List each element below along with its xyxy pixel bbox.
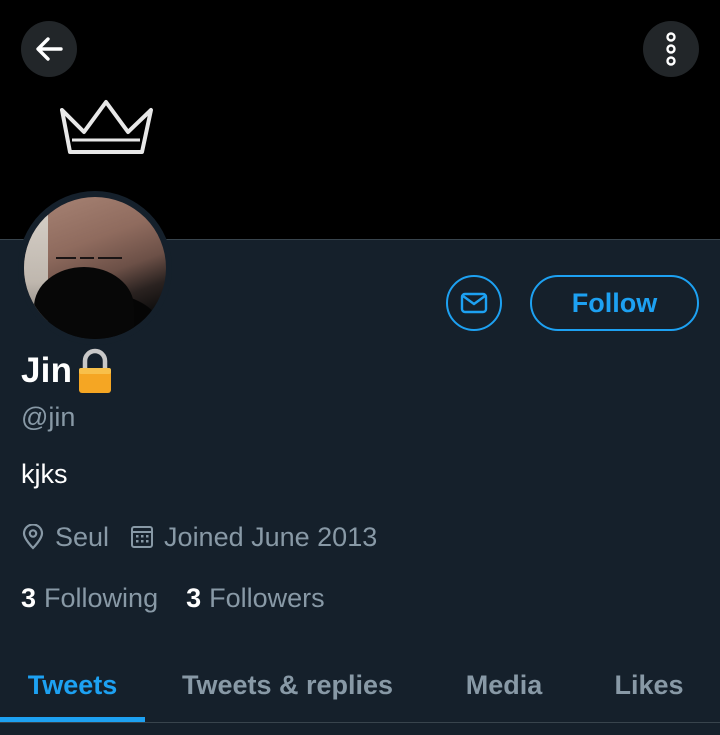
join-date-text: Joined June 2013 — [164, 521, 378, 552]
join-date: Joined June 2013 — [130, 522, 377, 553]
tabs-divider — [0, 722, 720, 723]
followers-label: Followers — [209, 582, 325, 613]
more-options-button[interactable] — [643, 21, 699, 77]
location: Seul — [21, 522, 109, 553]
location-pin-icon — [22, 524, 44, 550]
location-text: Seul — [55, 521, 110, 552]
vertical-dots-icon — [666, 32, 676, 66]
tab-tweets-and-replies[interactable]: Tweets & replies — [145, 650, 430, 720]
tab-likes[interactable]: Likes — [578, 650, 720, 720]
name-row: Jin — [21, 346, 114, 396]
follow-stats: 3 Following 3 Followers — [21, 579, 325, 617]
envelope-icon — [460, 292, 488, 314]
display-name: Jin — [21, 351, 73, 390]
calendar-icon — [131, 526, 154, 548]
followers-count: 3 — [186, 582, 202, 613]
lock-icon — [79, 348, 112, 393]
avatar[interactable] — [18, 191, 172, 345]
user-handle: @jin — [21, 402, 76, 432]
profile-meta: Seul Joined June 2013 — [21, 518, 377, 556]
following-count: 3 — [21, 582, 37, 613]
following-link[interactable]: 3 Following — [21, 583, 158, 614]
message-button[interactable] — [446, 275, 502, 331]
tattoo-mark — [56, 257, 122, 259]
profile-page: Follow Jin @jin kjks Seul Joined June 20… — [0, 0, 720, 735]
tab-media[interactable]: Media — [430, 650, 578, 720]
back-button[interactable] — [21, 21, 77, 77]
bio: kjks — [21, 459, 68, 489]
follow-button[interactable]: Follow — [530, 275, 699, 331]
arrow-left-icon — [36, 37, 63, 61]
following-label: Following — [44, 582, 159, 613]
avatar-image — [24, 197, 166, 339]
profile-tabs: Tweets Tweets & replies Media Likes — [0, 650, 720, 723]
followers-link[interactable]: 3 Followers — [186, 583, 325, 614]
tab-tweets[interactable]: Tweets — [0, 650, 145, 720]
crown-icon — [60, 100, 153, 154]
